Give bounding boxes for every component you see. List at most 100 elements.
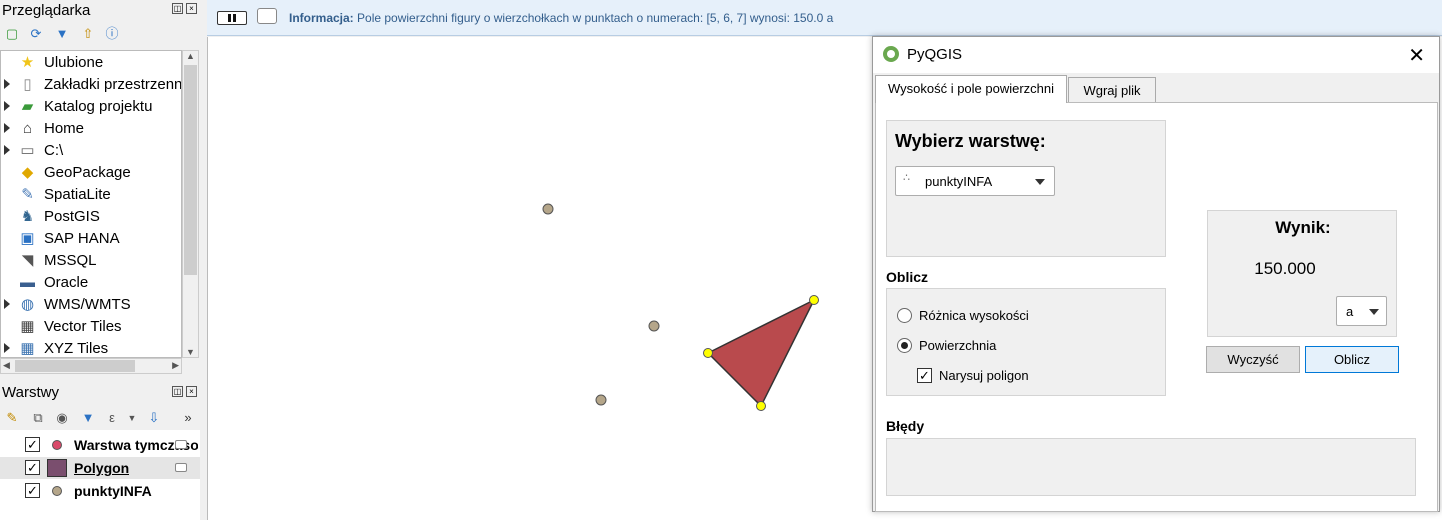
layer-visibility-checkbox[interactable]: ✓ (25, 437, 40, 452)
clear-button[interactable]: Wyczyść (1206, 346, 1300, 373)
layer-visibility-checkbox[interactable]: ✓ (25, 460, 40, 475)
qgis-window: Przeglądarka ◫ × ▢ ⟳ ▼ ⇧ ⓘ ★ Ulubione ▯ Zak… (0, 0, 1442, 520)
refresh-icon[interactable]: ⟳ (28, 26, 44, 42)
add-layer-icon[interactable]: ▢ (4, 26, 20, 42)
filter-icon[interactable]: ▼ (54, 26, 70, 42)
select-layer-group: Wybierz warstwę: ∴ punktyINFA (886, 120, 1166, 257)
browser-item[interactable]: ▯ Zakładki przestrzenne (1, 74, 182, 96)
xyz-tiles-icon: ▦ (20, 340, 35, 357)
temporary-layer-icon (175, 440, 187, 449)
float-panel-icon[interactable]: ◫ (172, 386, 183, 397)
result-group: Wynik: 150.000 a (1207, 210, 1397, 337)
area-radio[interactable] (897, 338, 912, 353)
compute-button[interactable]: Oblicz (1305, 346, 1399, 373)
browser-item[interactable]: ▬ Oracle (1, 272, 181, 294)
vertex-point[interactable] (703, 348, 713, 358)
message-text: Informacja: Pole powierzchni figury o wi… (289, 11, 833, 25)
browser-item-label: MSSQL (44, 252, 97, 269)
layer-name: punktyINFA (74, 483, 152, 499)
layer-row[interactable]: ✓ Polygon (0, 457, 200, 479)
browser-item[interactable]: ▦ Vector Tiles (1, 316, 181, 338)
browser-item[interactable]: ★ Ulubione (1, 52, 181, 74)
chevron-down-icon (1369, 309, 1379, 315)
dropdown-icon[interactable]: ▼ (124, 410, 140, 426)
map-point[interactable] (648, 320, 660, 332)
saphana-icon: ▣ (20, 230, 35, 247)
more-icon[interactable]: » (180, 410, 196, 426)
expand-arrow-icon[interactable] (4, 101, 10, 111)
draw-polygon-checkbox[interactable]: ✓ (917, 368, 932, 383)
expand-arrow-icon[interactable] (4, 145, 10, 155)
add-group-icon[interactable]: ⧉ (30, 410, 46, 426)
browser-item[interactable]: ◥ MSSQL (1, 250, 181, 272)
mssql-icon: ◥ (21, 252, 34, 269)
browser-item[interactable]: ▣ SAP HANA (1, 228, 181, 250)
browser-item-label: Home (44, 120, 85, 137)
map-point[interactable] (542, 203, 554, 215)
polygon-symbol-icon (47, 459, 67, 477)
layer-visibility-checkbox[interactable]: ✓ (25, 483, 40, 498)
tab-height-area[interactable]: Wysokość i pole powierzchni (875, 75, 1067, 103)
compute-options-group: Różnica wysokości Powierzchnia ✓ Narysuj… (886, 288, 1166, 396)
browser-item[interactable]: ⌂ Home (1, 118, 181, 140)
area-label: Powierzchnia (919, 338, 997, 353)
browser-item[interactable]: ▦ XYZ Tiles (1, 338, 181, 357)
close-panel-icon[interactable]: × (186, 386, 197, 397)
browser-item[interactable]: ◆ GeoPackage (1, 162, 181, 184)
scroll-down-icon[interactable]: ▼ (186, 347, 195, 357)
layer-row[interactable]: ✓Warstwa tymczasowa (0, 434, 200, 456)
expand-arrow-icon[interactable] (4, 123, 10, 133)
scrollbar-thumb[interactable] (184, 65, 197, 275)
browser-horizontal-scrollbar[interactable]: ◀ ▶ (0, 358, 182, 374)
spatialite-icon: ✎ (21, 186, 34, 203)
unit-combo[interactable]: a (1336, 296, 1387, 326)
oracle-icon: ▬ (20, 274, 35, 291)
scroll-right-icon[interactable]: ▶ (172, 360, 179, 371)
postgis-icon: ♞ (20, 208, 35, 225)
layer-row[interactable]: ✓ punktyINFA (0, 480, 200, 502)
vertex-point[interactable] (756, 401, 766, 411)
browser-item-label: Vector Tiles (44, 318, 122, 335)
close-icon[interactable]: ✕ (1408, 43, 1425, 68)
result-heading: Wynik: (1275, 218, 1331, 237)
close-panel-icon[interactable]: × (186, 3, 197, 14)
layers-tree[interactable]: ✓Warstwa tymczasowa✓Polygon✓punktyINFA (0, 430, 200, 520)
triangle-polygon[interactable] (706, 298, 816, 408)
map-point[interactable] (595, 394, 607, 406)
browser-panel: Przeglądarka ◫ × ▢ ⟳ ▼ ⇧ ⓘ ★ Ulubione ▯ Zak… (0, 0, 200, 378)
browser-item[interactable]: ▰ Katalog projektu (1, 96, 181, 118)
browser-item-label: WMS/WMTS (44, 296, 131, 313)
scroll-left-icon[interactable]: ◀ (3, 360, 10, 371)
visibility-icon[interactable]: ◉ (54, 410, 70, 426)
height-diff-radio[interactable] (897, 308, 912, 323)
message-log-icon[interactable] (257, 8, 277, 24)
collapse-all-icon[interactable]: ⇧ (80, 26, 96, 42)
browser-item-label: Zakładki przestrzenne (44, 76, 182, 93)
scrollbar-thumb[interactable] (15, 360, 135, 372)
dialog-titlebar: PyQGIS ✕ (873, 37, 1439, 73)
expand-arrow-icon[interactable] (4, 299, 10, 309)
expand-arrow-icon[interactable] (4, 79, 10, 89)
draw-polygon-label: Narysuj poligon (939, 368, 1029, 383)
browser-item[interactable]: ✎ SpatiaLite (1, 184, 181, 206)
browser-item-label: Oracle (44, 274, 89, 291)
expand-all-icon[interactable]: ⇩ (146, 410, 162, 426)
info-icon[interactable]: ⓘ (104, 26, 120, 42)
expand-arrow-icon[interactable] (4, 343, 10, 353)
pyqgis-dialog: PyQGIS ✕ Wysokość i pole powierzchni Wgr… (872, 36, 1440, 512)
pause-icon[interactable] (217, 11, 247, 25)
filter-legend-icon[interactable]: ▼ (80, 410, 96, 426)
browser-item[interactable]: ♞ PostGIS (1, 206, 181, 228)
point-symbol-icon (52, 486, 62, 496)
expression-filter-icon[interactable]: ε (104, 410, 120, 426)
vertex-point[interactable] (809, 295, 819, 305)
layer-combo[interactable]: ∴ punktyINFA (895, 166, 1055, 196)
browser-vertical-scrollbar[interactable]: ▲ ▼ (182, 50, 199, 358)
browser-tree[interactable]: ★ Ulubione ▯ Zakładki przestrzenne ▰ Katalog … (0, 50, 182, 358)
float-panel-icon[interactable]: ◫ (172, 3, 183, 14)
tab-upload-file[interactable]: Wgraj plik (1068, 77, 1156, 102)
style-icon[interactable]: ✎ (4, 410, 20, 426)
browser-item[interactable]: ◍ WMS/WMTS (1, 294, 181, 316)
scroll-up-icon[interactable]: ▲ (186, 51, 195, 61)
browser-item[interactable]: ▭ C:\ (1, 140, 181, 162)
